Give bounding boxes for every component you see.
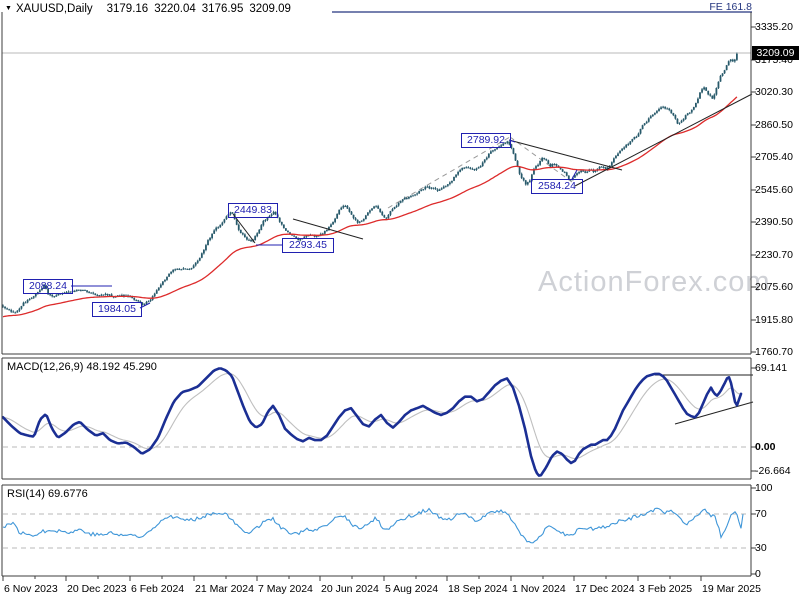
macd-tick-label: 0.00 bbox=[755, 441, 776, 453]
swing-price-label: 2584.24 bbox=[531, 179, 583, 194]
date-label: 1 Nov 2024 bbox=[512, 583, 566, 595]
date-label: 6 Nov 2023 bbox=[4, 583, 58, 595]
quote-close: 3209.09 bbox=[249, 3, 291, 15]
price-tick-label: 1915.80 bbox=[755, 314, 793, 326]
date-label: 18 Sep 2024 bbox=[448, 583, 508, 595]
swing-price-label: 2449.83 bbox=[228, 203, 278, 218]
swing-price-label: 2293.45 bbox=[282, 238, 334, 253]
price-tick-label: 2705.40 bbox=[755, 151, 793, 163]
macd-header: MACD(12,26,9) 48.192 45.290 bbox=[7, 361, 157, 373]
rsi-header: RSI(14) 69.6776 bbox=[7, 488, 88, 500]
rsi-line bbox=[2, 507, 744, 544]
macd-tick-label: -26.664 bbox=[755, 465, 791, 477]
date-label: 17 Dec 2024 bbox=[575, 583, 635, 595]
fib-expansion-label: FE 161.8 bbox=[709, 1, 752, 13]
rsi-tick-label: 70 bbox=[755, 508, 767, 520]
moving-average-line bbox=[2, 96, 738, 318]
price-tick-label: 2545.60 bbox=[755, 184, 793, 196]
price-tick-label: 3335.20 bbox=[755, 21, 793, 33]
quote-high: 3220.04 bbox=[154, 3, 196, 15]
date-label: 3 Feb 2025 bbox=[639, 583, 693, 595]
date-label: 20 Dec 2023 bbox=[67, 583, 127, 595]
quote-low: 3176.95 bbox=[201, 3, 244, 15]
title-bar: ▼ XAUUSD,Daily 3179.16 3220.04 3176.95 3209.0… bbox=[5, 3, 291, 15]
price-tick-label: 3020.30 bbox=[755, 86, 793, 98]
macd-signal-line bbox=[2, 373, 741, 460]
date-label: 6 Feb 2024 bbox=[131, 583, 185, 595]
price-tick-label: 1760.70 bbox=[755, 346, 793, 358]
candlestick-series bbox=[2, 52, 738, 314]
macd-main-line bbox=[1, 367, 743, 477]
rsi-tick-label: 30 bbox=[755, 542, 767, 554]
symbol-dropdown-icon[interactable]: ▼ bbox=[5, 5, 12, 12]
price-tick-label: 2075.60 bbox=[755, 281, 793, 293]
price-tick-label: 3175.40 bbox=[755, 54, 793, 66]
trendline bbox=[292, 218, 364, 240]
symbol-period-label: XAUUSD,Daily bbox=[15, 3, 93, 15]
rsi-tick-label: 0 bbox=[755, 568, 761, 580]
fib-anchor-dashed-line bbox=[509, 136, 573, 183]
price-tick-label: 2230.70 bbox=[755, 249, 793, 261]
date-label: 5 Aug 2024 bbox=[385, 583, 439, 595]
quote-open: 3179.16 bbox=[106, 3, 149, 15]
rsi-tick-label: 100 bbox=[755, 482, 773, 494]
chart-window: ActionForex.com ▼ XAUUSD,Daily 3179.16 3220… bbox=[0, 0, 800, 600]
price-tick-label: 2390.50 bbox=[755, 216, 793, 228]
date-label: 20 Jun 2024 bbox=[321, 583, 379, 595]
chart-canvas[interactable] bbox=[0, 0, 800, 600]
swing-price-label: 1984.05 bbox=[92, 302, 142, 317]
date-label: 21 Mar 2024 bbox=[195, 583, 254, 595]
date-label: 19 Mar 2025 bbox=[702, 583, 761, 595]
swing-price-label: 2088.24 bbox=[23, 279, 73, 294]
trendline bbox=[232, 213, 256, 244]
price-tick-label: 2860.50 bbox=[755, 119, 793, 131]
date-label: 7 May 2024 bbox=[258, 583, 313, 595]
swing-price-label: 2789.92 bbox=[461, 133, 511, 148]
trendline bbox=[508, 139, 623, 171]
macd-tick-label: 69.141 bbox=[755, 362, 788, 374]
